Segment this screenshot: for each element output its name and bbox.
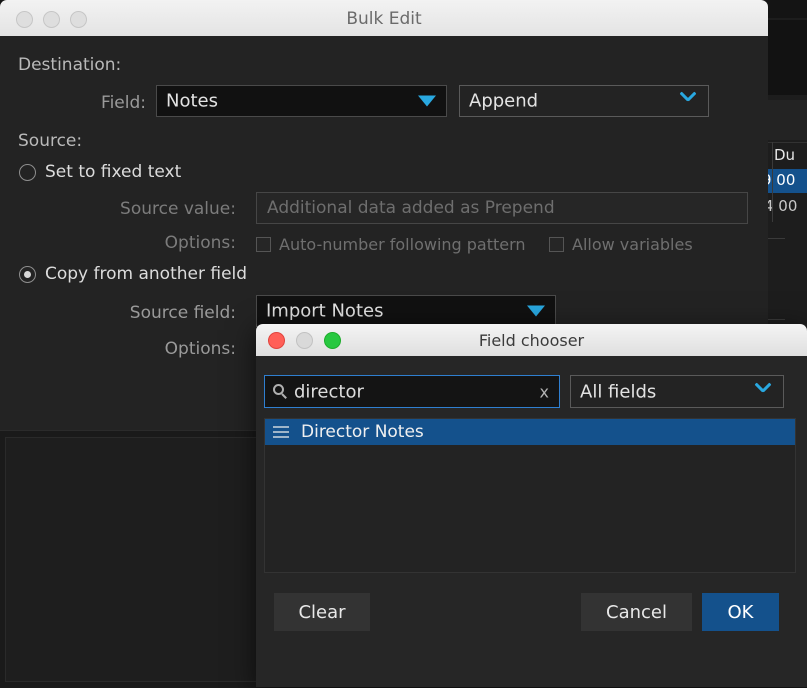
field-scope-value: All fields	[580, 381, 656, 402]
field-chooser-titlebar[interactable]: Field chooser	[256, 324, 807, 357]
search-icon	[273, 384, 288, 399]
source-value-label: Source value:	[60, 199, 236, 219]
checkbox-label: Auto-number following pattern	[279, 235, 526, 254]
field-chooser-body: director x All fields Director Notes Cle…	[256, 356, 807, 687]
source-section-label: Source:	[18, 131, 82, 151]
field-scope-combo[interactable]: All fields	[570, 375, 784, 408]
background-panel-upper	[762, 20, 807, 95]
source-field-label: Source field:	[60, 303, 236, 323]
field-results-list[interactable]: Director Notes	[264, 418, 796, 573]
destination-field-value: Notes	[166, 91, 218, 112]
clear-search-icon[interactable]: x	[540, 382, 549, 401]
triangle-down-icon	[527, 306, 545, 317]
checkbox-auto-number[interactable]: Auto-number following pattern	[256, 235, 526, 254]
chevron-down-icon	[755, 383, 771, 399]
checkbox-allow-variables[interactable]: Allow variables	[549, 235, 693, 254]
source-field-combo[interactable]: Import Notes	[256, 295, 556, 327]
checkbox-label: Allow variables	[572, 235, 693, 254]
field-chooser-window-title: Field chooser	[256, 331, 807, 350]
list-item-label: Director Notes	[301, 422, 424, 442]
background-table: Du 9 00 4 00	[762, 142, 807, 223]
radio-label: Set to fixed text	[45, 162, 181, 182]
destination-mode-value: Append	[469, 91, 538, 112]
checkbox-icon	[549, 237, 564, 252]
radio-label: Copy from another field	[45, 264, 247, 284]
drag-handle-icon[interactable]	[273, 426, 289, 438]
radio-icon	[19, 164, 36, 181]
table-row[interactable]: 4 00	[762, 195, 807, 219]
cancel-button[interactable]: Cancel	[581, 593, 692, 631]
radio-set-to-fixed-text[interactable]: Set to fixed text	[19, 162, 181, 182]
source-field-value: Import Notes	[266, 301, 383, 322]
field-label: Field:	[18, 93, 146, 113]
radio-icon	[19, 266, 36, 283]
bulk-edit-window-title: Bulk Edit	[0, 9, 768, 29]
options-label-fixed-text: Options:	[60, 233, 236, 253]
destination-section-label: Destination:	[18, 55, 121, 75]
table-cell: 4 00	[764, 197, 797, 215]
source-value-placeholder: Additional data added as Prepend	[267, 198, 555, 218]
search-input-value: director	[294, 381, 364, 402]
source-value-input[interactable]: Additional data added as Prepend	[256, 192, 748, 224]
ok-button[interactable]: OK	[702, 593, 779, 631]
radio-copy-from-another-field[interactable]: Copy from another field	[19, 264, 247, 284]
clear-button[interactable]: Clear	[274, 593, 370, 631]
list-item[interactable]: Director Notes	[265, 419, 795, 445]
triangle-down-icon	[418, 96, 436, 107]
search-input[interactable]: director x	[264, 375, 560, 408]
chevron-down-icon	[680, 92, 696, 108]
table-row[interactable]: 9 00	[762, 169, 807, 193]
background-panel-middle	[762, 100, 807, 140]
options-label-copy-field: Options:	[60, 339, 236, 359]
bulk-edit-titlebar[interactable]: Bulk Edit	[0, 0, 768, 37]
table-gridline	[772, 142, 773, 222]
checkbox-icon	[256, 237, 271, 252]
destination-mode-combo[interactable]: Append	[459, 85, 709, 117]
destination-field-combo[interactable]: Notes	[156, 85, 447, 117]
field-chooser-window: Field chooser director x All fields Dire…	[256, 324, 807, 687]
background-table-column-header: Du	[774, 146, 795, 164]
